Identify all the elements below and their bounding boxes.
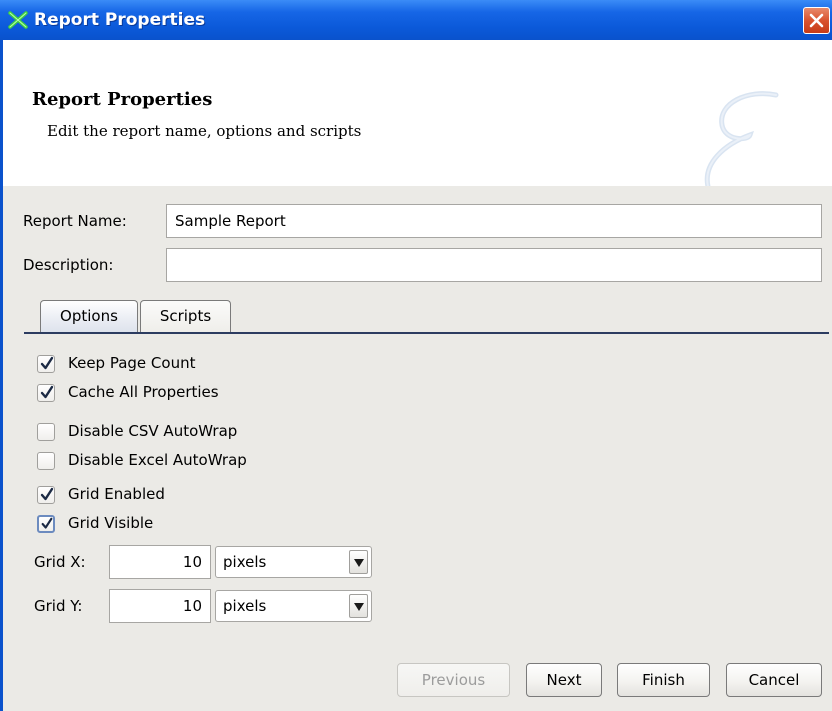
checkmark-icon (40, 356, 54, 370)
grid-x-unit-value: pixels (223, 553, 267, 571)
checkbox-label: Disable Excel AutoWrap (68, 451, 247, 469)
checkbox-box[interactable] (37, 423, 55, 441)
report-app-icon (8, 11, 30, 29)
description-label: Description: (23, 256, 114, 274)
report-name-label: Report Name: (23, 212, 127, 230)
dropdown-arrow-icon[interactable] (349, 550, 368, 574)
checkmark-icon (40, 385, 54, 399)
grid-x-unit-select[interactable]: pixels (215, 546, 372, 578)
checkbox-label: Grid Visible (68, 514, 154, 532)
next-button[interactable]: Next (526, 663, 602, 697)
header-description: Edit the report name, options and script… (47, 122, 362, 140)
grid-x-label: Grid X: (34, 553, 86, 571)
checkbox-box[interactable] (37, 384, 55, 402)
window-titlebar[interactable]: Report Properties (0, 0, 832, 40)
window-title: Report Properties (34, 10, 206, 30)
checkbox-label: Cache All Properties (68, 383, 219, 401)
checkbox-label: Grid Enabled (68, 485, 165, 503)
grid-y-label: Grid Y: (34, 597, 83, 615)
checkbox-label: Disable CSV AutoWrap (68, 422, 238, 440)
grid-y-unit-value: pixels (223, 597, 267, 615)
wizard-logo (688, 85, 798, 186)
checkbox-box[interactable] (37, 486, 55, 504)
grid-x-input[interactable]: 10 (109, 545, 211, 579)
tab-scripts[interactable]: Scripts (140, 300, 231, 332)
checkbox-box[interactable] (37, 452, 55, 470)
tab-scripts-label: Scripts (159, 307, 212, 325)
previous-button[interactable]: Previous (397, 663, 510, 697)
close-button[interactable] (803, 7, 830, 34)
checkbox-box[interactable] (37, 355, 55, 373)
checkbox-box[interactable] (37, 515, 55, 533)
grid-y-input[interactable]: 10 (109, 589, 211, 623)
finish-button[interactable]: Finish (617, 663, 710, 697)
close-icon (809, 13, 824, 28)
cancel-button[interactable]: Cancel (726, 663, 822, 697)
description-input[interactable] (166, 248, 822, 282)
wizard-header: Report Properties Edit the report name, … (3, 40, 832, 186)
checkmark-icon (40, 487, 54, 501)
report-name-input[interactable]: Sample Report (166, 204, 822, 238)
grid-y-unit-select[interactable]: pixels (215, 590, 372, 622)
dropdown-arrow-icon[interactable] (349, 594, 368, 618)
tab-options[interactable]: Options (40, 300, 138, 333)
checkmark-icon (41, 517, 53, 529)
header-title: Report Properties (32, 89, 213, 110)
tab-underline (24, 332, 829, 334)
tab-options-label: Options (60, 307, 118, 325)
checkbox-label: Keep Page Count (68, 354, 196, 372)
